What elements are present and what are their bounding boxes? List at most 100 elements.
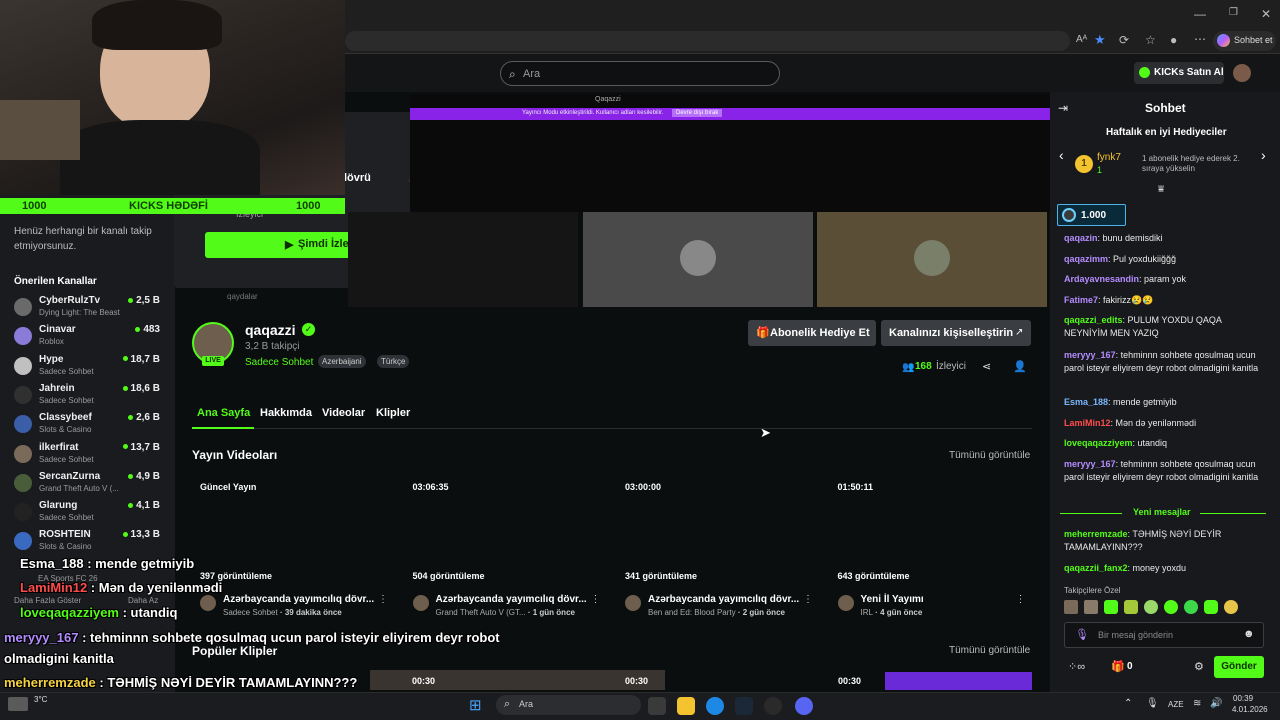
gear-icon[interactable]: ⚙ (1194, 660, 1204, 673)
chat-username[interactable]: Fatime7 (1064, 295, 1098, 305)
gift-sub-button[interactable]: 🎁 Abonelik Hediye Et (748, 320, 876, 346)
channel-category[interactable]: Sadece Sohbet (245, 357, 313, 368)
sidebar-channel[interactable]: Cinavar Roblox 483 (14, 323, 174, 352)
file-explorer-icon[interactable] (677, 697, 695, 715)
video-card[interactable]: Güncel Yayın 397 görüntüleme Azərbaycanda … (196, 480, 406, 620)
sidebar-channel[interactable]: Hype Sadece Sohbet 18,7 B (14, 353, 174, 382)
favorites-icon[interactable]: ☆ (1145, 33, 1156, 47)
url-field[interactable] (345, 31, 1070, 51)
discord-icon[interactable] (795, 697, 813, 715)
language-indicator[interactable]: AZE (1168, 700, 1184, 709)
more-menu-icon[interactable]: ⋯ (1194, 32, 1206, 46)
tag-azerbaijani[interactable]: Azerbaijani (318, 355, 366, 368)
clip-thumbnail[interactable] (885, 672, 1032, 690)
collapse-chat-icon[interactable]: ⇥ (1058, 101, 1068, 115)
profile-icon[interactable]: ● (1170, 33, 1177, 47)
video-menu-icon[interactable]: ⋮ (1016, 594, 1026, 605)
sidebar-channel[interactable]: Classybeef Slots & Casino 2,6 B (14, 411, 174, 440)
settings-cluster-icon[interactable]: ⁘∞ (1068, 660, 1085, 673)
clock-time[interactable]: 00:39 (1233, 694, 1253, 703)
emote-icon[interactable] (1124, 600, 1138, 614)
emote-icon[interactable] (1204, 600, 1218, 614)
emote-icon[interactable] (1164, 600, 1178, 614)
emote-icon[interactable] (1144, 600, 1158, 614)
emote-icon[interactable] (1184, 600, 1198, 614)
mic-icon[interactable]: 🎙 (1075, 628, 1089, 641)
windows-start-icon[interactable]: ⊞ (469, 696, 482, 714)
video-menu-icon[interactable]: ⋮ (591, 594, 601, 605)
emote-icon[interactable] (1084, 600, 1098, 614)
clock-date[interactable]: 4.01.2026 (1232, 705, 1268, 714)
chat-username[interactable]: qaqazimm (1064, 254, 1108, 264)
chat-username[interactable]: Esma_188 (1064, 397, 1108, 407)
chat-username[interactable]: qaqazzii_fanx2 (1064, 563, 1128, 573)
extensions-icon[interactable]: ⟳ (1119, 33, 1129, 47)
tag-turkce[interactable]: Türkçe (377, 355, 410, 368)
chevron-up-icon[interactable]: ⌃ (1124, 698, 1132, 709)
emote-icon[interactable] (1064, 600, 1078, 614)
wifi-icon[interactable]: ≋ (1193, 698, 1201, 709)
chat-username[interactable]: qaqazzi_edits (1064, 315, 1123, 325)
video-card[interactable]: 01:50:11 643 görüntüleme Yeni İl Yayımı IRL… (834, 480, 1044, 620)
emoji-icon[interactable]: ☻ (1243, 628, 1255, 640)
read-aloud-icon[interactable]: Aᴬ (1076, 34, 1087, 45)
chat-username[interactable]: meryyy_167 (1064, 459, 1116, 469)
copilot-button[interactable]: Sohbet et (1213, 31, 1276, 51)
customize-channel-button[interactable]: Kanalınızı kişiselleştirin ↗ (881, 320, 1031, 346)
user-avatar[interactable] (1233, 64, 1251, 82)
search-input[interactable]: ⌕ Ara (500, 61, 780, 86)
tab-videos[interactable]: Videolar (322, 407, 365, 419)
view-all-videos-link[interactable]: Tümünü görüntüle (949, 450, 1030, 461)
pinned-kicks-badge[interactable]: 1.000 (1057, 204, 1126, 226)
chat-username[interactable]: qaqazin (1064, 233, 1098, 243)
view-all-clips-link[interactable]: Tümünü görüntüle (949, 645, 1030, 656)
tab-home[interactable]: Ana Sayfa (197, 407, 250, 419)
gift-icon[interactable]: 🎁 (1111, 660, 1125, 673)
chat-username[interactable]: Ardayavnesandin (1064, 274, 1139, 284)
send-button[interactable]: Gönder (1214, 656, 1264, 678)
volume-icon[interactable]: 🔊 (1210, 698, 1222, 709)
sidebar-channel[interactable]: CyberRulzTv Dying Light: The Beast 2,5 B (14, 294, 174, 323)
tab-clips[interactable]: Klipler (376, 407, 410, 419)
thumbnail-2[interactable] (583, 212, 813, 307)
share-icon[interactable]: ⋖ (982, 360, 991, 373)
edge-browser-icon[interactable] (706, 697, 724, 715)
show-less-link[interactable]: Daha Az (128, 596, 158, 605)
thumbnail-3[interactable] (817, 212, 1047, 307)
show-more-link[interactable]: Daha Fazla Göster (14, 596, 81, 605)
taskbar-search[interactable]: ⌕ Ara (496, 695, 641, 715)
emote-icon[interactable] (1224, 600, 1238, 614)
mic-icon[interactable]: 🎙 (1146, 698, 1159, 709)
video-card[interactable]: 03:06:35 504 görüntüleme Azərbaycanda yayı… (409, 480, 619, 620)
sidebar-channel[interactable]: Glarung Sadece Sohbet 4,1 B (14, 499, 174, 528)
task-view-icon[interactable] (648, 697, 666, 715)
disable-streamer-mode-button[interactable]: Devre dışı bırak (672, 109, 723, 117)
sidebar-channel[interactable]: Jahrein Sadece Sohbet 18,6 B (14, 382, 174, 411)
close-window-button[interactable]: ✕ (1261, 7, 1271, 21)
video-menu-icon[interactable]: ⋮ (803, 594, 813, 605)
chat-username[interactable]: meherremzade (1064, 529, 1128, 539)
minimize-button[interactable]: — (1194, 7, 1206, 21)
tab-about[interactable]: Hakkımda (260, 407, 312, 419)
steam-icon[interactable] (735, 697, 753, 715)
emote-icon[interactable] (1104, 600, 1118, 614)
weather-icon[interactable] (8, 697, 28, 711)
chat-username[interactable]: meryyy_167 (1064, 350, 1116, 360)
chat-message-input[interactable]: 🎙 Bir mesaj gönderin ☻ (1064, 622, 1264, 648)
sidebar-channel[interactable]: ilkerfirat Sadece Sohbet 13,7 B (14, 441, 174, 470)
chevron-left-icon[interactable]: ‹ (1059, 147, 1064, 163)
thumbnail-1[interactable] (348, 212, 578, 307)
buy-kicks-button[interactable]: KICKs Satın Al (1134, 62, 1224, 84)
video-menu-icon[interactable]: ⋮ (378, 594, 388, 605)
filter-icon[interactable]: ⩸ (1158, 184, 1164, 195)
chat-username[interactable]: LamiMin12 (1064, 418, 1111, 428)
maximize-button[interactable]: ❐ (1229, 7, 1238, 18)
chat-username[interactable]: loveqaqazziyem (1064, 438, 1133, 448)
video-card[interactable]: 03:00:00 341 görüntüleme Azərbaycanda yayı… (621, 480, 831, 620)
chevron-right-icon[interactable]: › (1261, 147, 1266, 163)
sidebar-channel[interactable]: SercanZurna Grand Theft Auto V (... 4,9 B (14, 470, 174, 499)
app-icon[interactable] (764, 697, 782, 715)
favorite-star-icon[interactable]: ★ (1094, 32, 1106, 48)
follow-user-icon[interactable]: 👤 (1013, 360, 1027, 373)
sidebar-channel[interactable]: ROSHTEIN Slots & Casino 13,3 B (14, 528, 174, 557)
